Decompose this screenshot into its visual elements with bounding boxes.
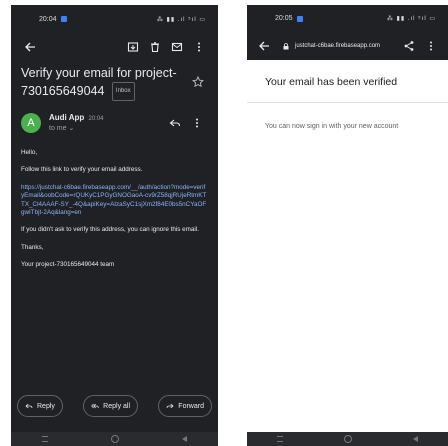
home-icon[interactable] bbox=[343, 435, 352, 443]
sender-meta: Audi App 20:04 to me ⌄ bbox=[49, 113, 164, 132]
back-arrow-icon[interactable] bbox=[19, 37, 41, 57]
home-icon[interactable] bbox=[110, 435, 119, 443]
delete-icon[interactable] bbox=[144, 37, 166, 57]
browser-menu-icon[interactable] bbox=[420, 36, 442, 56]
archive-icon[interactable] bbox=[122, 37, 144, 57]
reply-actions: Reply Reply all Forward bbox=[17, 395, 212, 417]
gmail-phone-screen: 20:04 ⁂ ▮▮ .ıl ⁵ıl ▭ Verify your email f… bbox=[11, 5, 218, 446]
reply-button[interactable]: Reply bbox=[17, 395, 63, 417]
reply-icon[interactable] bbox=[164, 113, 186, 133]
verified-heading: Your email has been verified bbox=[265, 76, 398, 88]
url-text[interactable]: justchat-c6bae.firebaseapp.com bbox=[295, 43, 398, 49]
recipient-details-toggle[interactable]: to me ⌄ bbox=[49, 124, 164, 132]
nav-back-icon[interactable] bbox=[412, 436, 418, 442]
mark-unread-icon[interactable] bbox=[166, 37, 188, 57]
lock-icon bbox=[283, 42, 289, 49]
verified-message: You can now sign in with your new accoun… bbox=[265, 123, 399, 130]
subject-row: Verify your email for project-7301656490… bbox=[11, 61, 218, 101]
verification-link[interactable]: https://justchat-c6bae.firebaseapp.com/_… bbox=[21, 184, 208, 218]
email-subject: Verify your email for project-7301656490… bbox=[21, 65, 192, 101]
email-greeting: Hello, bbox=[21, 149, 38, 156]
sender-name: Audi App bbox=[49, 113, 85, 122]
status-bar: 20:05 ⁂ ▮▮ .ıl ⁵ıl ▭ bbox=[247, 5, 448, 32]
android-nav-bar bbox=[247, 432, 448, 446]
reply-all-button[interactable]: Reply all bbox=[83, 395, 139, 417]
notification-icon bbox=[296, 15, 303, 22]
more-vert-icon[interactable] bbox=[188, 37, 210, 57]
email-subject-text: Verify your email for project-7301656490… bbox=[21, 66, 177, 98]
email-thanks: Thanks, bbox=[21, 243, 44, 251]
status-time: 20:04 bbox=[39, 15, 57, 23]
forward-arrow-icon bbox=[166, 403, 174, 409]
status-bar: 20:04 ⁂ ▮▮ .ıl ⁵ıl ▭ bbox=[11, 5, 218, 33]
email-signature: Your project-730165649044 team bbox=[21, 261, 115, 269]
android-nav-bar bbox=[11, 432, 218, 446]
forward-button[interactable]: Forward bbox=[158, 395, 212, 417]
system-status-icons: ⁂ ▮▮ .ıl ⁵ıl ▭ bbox=[156, 16, 206, 23]
email-body: Hello, Follow this link to verify your e… bbox=[11, 133, 218, 270]
email-ignore-note: If you didn't ask to verify this address… bbox=[21, 226, 199, 234]
reply-all-label: Reply all bbox=[103, 402, 131, 410]
nav-back-icon[interactable] bbox=[181, 436, 187, 442]
sender-time: 20:04 bbox=[88, 116, 104, 122]
email-instruction: Follow this link to verify your email ad… bbox=[21, 166, 143, 174]
address-bar: justchat-c6bae.firebaseapp.com bbox=[247, 32, 448, 60]
sender-row: A Audi App 20:04 to me ⌄ bbox=[11, 101, 218, 133]
message-more-icon[interactable] bbox=[186, 113, 208, 133]
reply-all-icon bbox=[91, 403, 99, 409]
browser-header: 20:05 ⁂ ▮▮ .ıl ⁵ıl ▭ justchat-c6bae.fire… bbox=[247, 5, 448, 60]
notification-icon bbox=[60, 16, 67, 22]
forward-label: Forward bbox=[178, 402, 204, 410]
share-icon[interactable] bbox=[398, 36, 420, 56]
reply-arrow-icon bbox=[25, 403, 33, 409]
email-toolbar bbox=[11, 33, 218, 61]
system-status-icons: ⁂ ▮▮ .ıl ⁵ıl ▭ bbox=[386, 16, 436, 22]
sender-avatar[interactable]: A bbox=[21, 113, 41, 133]
reply-label: Reply bbox=[37, 402, 55, 410]
recent-apps-icon[interactable] bbox=[277, 436, 284, 442]
browser-phone-screen: 20:05 ⁂ ▮▮ .ıl ⁵ıl ▭ justchat-c6bae.fire… bbox=[247, 5, 448, 446]
recent-apps-icon[interactable] bbox=[42, 436, 49, 442]
sender-name-line: Audi App 20:04 bbox=[49, 113, 164, 122]
browser-back-icon[interactable] bbox=[253, 36, 275, 56]
star-icon[interactable] bbox=[192, 75, 208, 101]
inbox-label-chip[interactable]: Inbox bbox=[111, 82, 135, 101]
status-time: 20:05 bbox=[275, 15, 293, 22]
